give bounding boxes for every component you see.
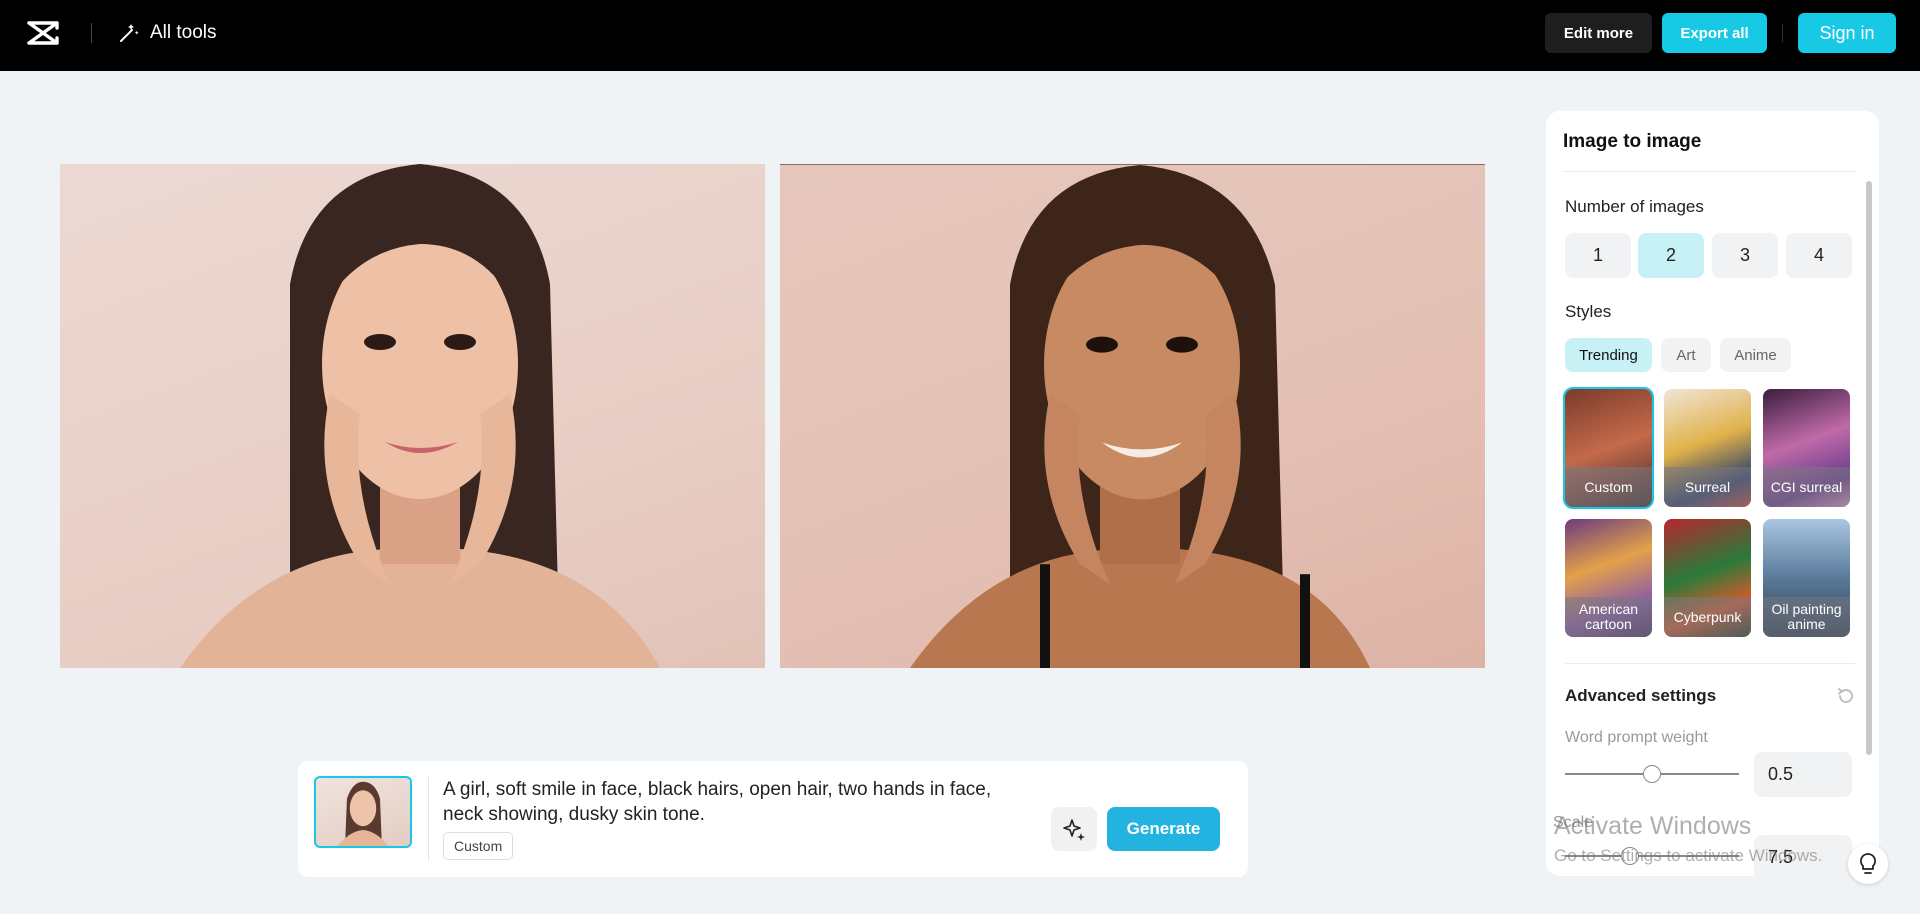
portrait-illustration (180, 164, 660, 668)
style-card-custom[interactable]: Custom (1563, 387, 1654, 509)
generate-button[interactable]: Generate (1107, 807, 1220, 851)
word-prompt-weight-slider-thumb[interactable] (1643, 765, 1661, 783)
styles-label: Styles (1565, 302, 1612, 321)
tab-trending[interactable]: Trending (1565, 338, 1652, 372)
panel-scrollbar[interactable] (1866, 181, 1872, 755)
panel-title: Image to image (1563, 131, 1702, 152)
image-count-option-1[interactable]: 1 (1565, 233, 1631, 278)
advanced-settings-title: Advanced settings (1565, 686, 1717, 705)
style-card-label: Oil painting anime (1763, 597, 1850, 637)
edit-more-button[interactable]: Edit more (1545, 13, 1652, 53)
activate-windows-subtitle: Go to Settings to activate Windows. (1554, 846, 1823, 865)
style-tag[interactable]: Custom (443, 832, 514, 860)
prompt-input[interactable]: A girl, soft smile in face, black hairs,… (443, 777, 1003, 827)
style-card-label: American cartoon (1565, 597, 1652, 637)
reference-portrait (337, 781, 389, 846)
portrait-illustration (910, 165, 1370, 668)
capcut-logo-icon[interactable] (26, 20, 60, 46)
style-card-surreal[interactable]: Surreal (1664, 389, 1751, 507)
reference-image-thumbnail[interactable] (314, 776, 412, 848)
image-to-image-panel: Image to image Number of images 1 2 3 4 … (1546, 111, 1879, 876)
style-card-label: CGI surreal (1763, 467, 1850, 507)
style-card-american-cartoon[interactable]: American cartoon (1565, 519, 1652, 637)
style-card-label: Custom (1565, 467, 1652, 507)
generated-image-2[interactable] (780, 164, 1485, 668)
all-tools-button[interactable]: All tools (118, 20, 217, 46)
style-card-cgi-surreal[interactable]: CGI surreal (1763, 389, 1850, 507)
export-all-button[interactable]: Export all (1662, 13, 1767, 53)
sparkle-icon (1063, 819, 1085, 841)
style-card-cyberpunk[interactable]: Cyberpunk (1664, 519, 1751, 637)
all-tools-label: All tools (150, 22, 217, 43)
style-card-label: Surreal (1664, 467, 1751, 507)
enhance-prompt-button[interactable] (1051, 807, 1097, 851)
reset-icon[interactable] (1835, 685, 1857, 707)
style-card-label: Cyberpunk (1664, 597, 1751, 637)
header-divider (91, 23, 92, 43)
image-count-option-4[interactable]: 4 (1786, 233, 1852, 278)
lightbulb-icon (1860, 853, 1876, 874)
magic-wand-icon (120, 24, 139, 42)
prompt-divider (428, 777, 429, 861)
help-button[interactable] (1848, 844, 1888, 884)
number-of-images-label: Number of images (1565, 197, 1704, 216)
style-card-oil-painting-anime[interactable]: Oil painting anime (1763, 519, 1850, 637)
tab-anime[interactable]: Anime (1720, 338, 1791, 372)
header-divider-right (1782, 24, 1783, 42)
image-count-option-2[interactable]: 2 (1638, 233, 1704, 278)
image-count-option-3[interactable]: 3 (1712, 233, 1778, 278)
tab-art[interactable]: Art (1661, 338, 1711, 372)
activate-windows-title: Activate Windows (1554, 812, 1752, 840)
word-prompt-weight-value[interactable]: 0.5 (1754, 752, 1852, 797)
generated-image-1[interactable] (60, 164, 765, 668)
sign-in-button[interactable]: Sign in (1798, 13, 1896, 53)
divider (1565, 663, 1855, 664)
top-bar: All tools Edit more Export all Sign in (0, 0, 1920, 71)
word-prompt-weight-label: Word prompt weight (1565, 729, 1708, 746)
divider (1563, 171, 1857, 172)
prompt-bar: A girl, soft smile in face, black hairs,… (298, 761, 1248, 877)
